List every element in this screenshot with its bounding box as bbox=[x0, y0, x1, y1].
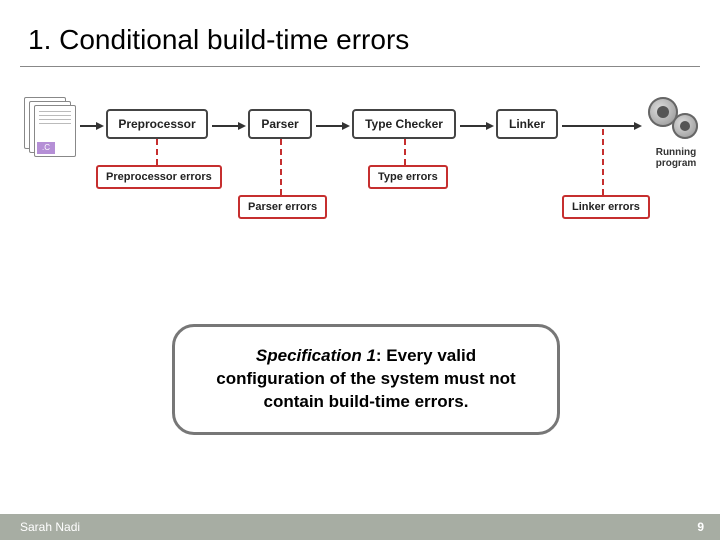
spec-prefix: Specification 1 bbox=[256, 346, 376, 365]
error-linker: Linker errors bbox=[562, 195, 650, 219]
error-type: Type errors bbox=[368, 165, 448, 189]
dashed-connector bbox=[404, 139, 406, 165]
specification-box: Specification 1: Every valid configurati… bbox=[172, 324, 560, 435]
source-files-icon: .C bbox=[24, 97, 76, 157]
stage-type-checker: Type Checker bbox=[352, 109, 456, 139]
title-divider bbox=[20, 66, 700, 67]
slide-title: 1. Conditional build-time errors bbox=[0, 0, 720, 66]
running-program-icon bbox=[646, 95, 702, 151]
file-extension-badge: .C bbox=[37, 142, 55, 154]
footer-author: Sarah Nadi bbox=[20, 520, 80, 534]
stage-preprocessor: Preprocessor bbox=[106, 109, 208, 139]
error-parser: Parser errors bbox=[238, 195, 327, 219]
slide-footer: Sarah Nadi 9 bbox=[0, 514, 720, 540]
dashed-connector bbox=[602, 129, 604, 195]
error-preprocessor: Preprocessor errors bbox=[96, 165, 222, 189]
dashed-connector bbox=[280, 139, 282, 195]
stage-parser: Parser bbox=[248, 109, 312, 139]
pipeline-diagram: .C Preprocessor Parser Type Checker Link… bbox=[0, 85, 720, 255]
gear-icon bbox=[672, 113, 698, 139]
arrow-icon bbox=[80, 121, 104, 127]
stage-linker: Linker bbox=[496, 109, 558, 139]
running-program-label: Running program bbox=[640, 147, 712, 169]
arrow-icon bbox=[212, 121, 246, 127]
dashed-connector bbox=[156, 139, 158, 165]
footer-page-number: 9 bbox=[697, 520, 704, 534]
arrow-icon bbox=[460, 121, 494, 127]
arrow-icon bbox=[316, 121, 350, 127]
arrow-icon bbox=[562, 121, 642, 127]
